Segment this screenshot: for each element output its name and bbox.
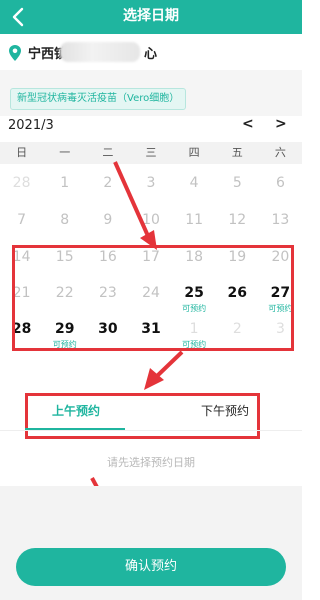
day-number: 11 bbox=[185, 212, 204, 228]
calendar-day: 9 bbox=[86, 209, 129, 243]
weekday-thu: 四 bbox=[188, 146, 200, 159]
day-number: 12 bbox=[228, 212, 247, 228]
day-number: 8 bbox=[60, 212, 70, 228]
weekday-sun: 日 bbox=[16, 146, 28, 159]
calendar-day: 6 bbox=[259, 172, 302, 206]
day-number: 4 bbox=[189, 175, 199, 191]
weekday-wed: 三 bbox=[145, 146, 157, 159]
calendar-week-row: 7 8 9 10 11 12 13 bbox=[0, 209, 302, 243]
map-pin-icon bbox=[9, 45, 21, 61]
day-number: 7 bbox=[17, 212, 27, 228]
day-number: 10 bbox=[142, 212, 160, 228]
weekday-sat: 六 bbox=[274, 146, 286, 159]
vaccine-section: 新型冠状病毒灭活疫苗（Vero细胞） bbox=[0, 70, 302, 116]
calendar-day: 1 bbox=[43, 172, 86, 206]
page-title: 选择日期 bbox=[123, 8, 179, 24]
header-bar: 选择日期 bbox=[0, 0, 302, 34]
calendar-day: 4 bbox=[173, 172, 216, 206]
calendar-day: 3 bbox=[129, 172, 172, 206]
day-number: 6 bbox=[275, 175, 285, 191]
day-number: 13 bbox=[271, 212, 290, 228]
next-month-button[interactable]: > bbox=[275, 116, 287, 132]
day-number: 3 bbox=[146, 175, 156, 191]
weekday-fri: 五 bbox=[231, 146, 243, 159]
day-number: 9 bbox=[103, 212, 113, 228]
hospital-name-suffix: 心 bbox=[144, 47, 158, 62]
weekday-header: 日 一 二 三 四 五 六 bbox=[0, 142, 302, 164]
day-number: 2 bbox=[103, 175, 113, 191]
confirm-button[interactable]: 确认预约 bbox=[16, 548, 286, 586]
calendar-day: 13 bbox=[259, 209, 302, 243]
month-label: 2021/3 bbox=[8, 118, 54, 133]
calendar-day: 28 bbox=[0, 172, 43, 206]
weekday-tue: 二 bbox=[102, 146, 114, 159]
calendar-day: 2 bbox=[86, 172, 129, 206]
calendar-day: 12 bbox=[216, 209, 259, 243]
divider bbox=[0, 430, 302, 431]
calendar-day: 11 bbox=[173, 209, 216, 243]
calendar-day: 8 bbox=[43, 209, 86, 243]
tab-afternoon[interactable]: 下午预约 bbox=[201, 402, 249, 420]
calendar-day: 10 bbox=[129, 209, 172, 243]
day-number: 5 bbox=[232, 175, 242, 191]
annotation-box-dates bbox=[12, 245, 294, 351]
day-number: 1 bbox=[60, 175, 70, 191]
redacted-mask bbox=[60, 42, 140, 62]
calendar-day: 7 bbox=[0, 209, 43, 243]
calendar-day: 5 bbox=[216, 172, 259, 206]
hospital-row: 宁西镇 心 bbox=[8, 40, 298, 64]
tab-morning[interactable]: 上午预约 bbox=[52, 402, 100, 420]
arrow-to-tabs bbox=[144, 350, 184, 390]
weekday-mon: 一 bbox=[59, 146, 71, 159]
prev-month-button[interactable]: < bbox=[242, 116, 254, 132]
select-date-hint: 请先选择预约日期 bbox=[107, 456, 195, 469]
calendar-week-row: 28 1 2 3 4 5 6 bbox=[0, 172, 302, 206]
vaccine-chip[interactable]: 新型冠状病毒灭活疫苗（Vero细胞） bbox=[10, 88, 187, 110]
day-number: 28 bbox=[12, 175, 31, 191]
